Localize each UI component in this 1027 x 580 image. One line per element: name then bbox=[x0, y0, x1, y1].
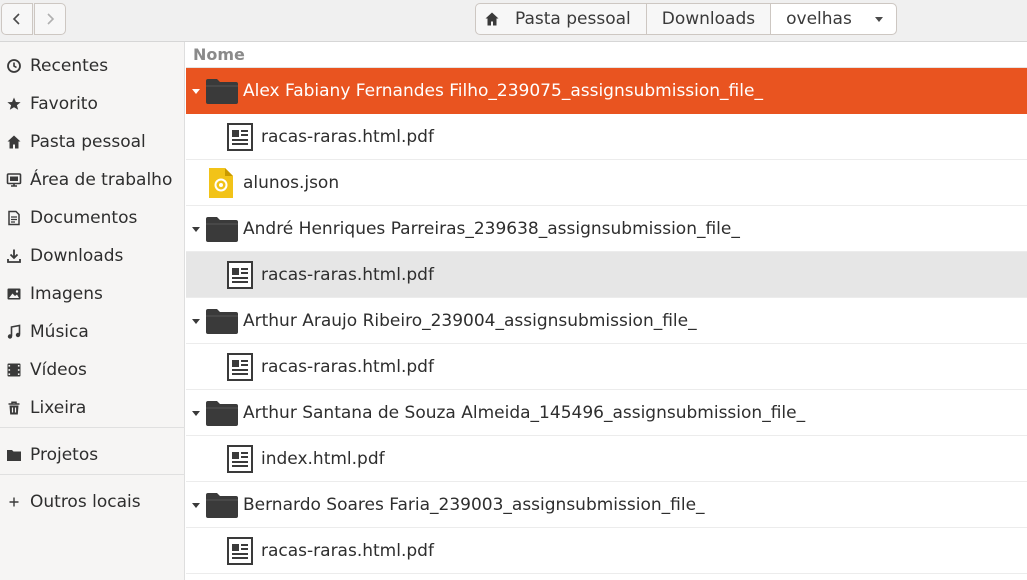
file-name: index.html.pdf bbox=[261, 448, 385, 469]
pdf-document-icon bbox=[227, 353, 253, 381]
breadcrumb-label: Pasta pessoal bbox=[515, 9, 631, 29]
header-bar: Pasta pessoal Downloads ovelhas bbox=[0, 0, 1027, 42]
sidebar-item-label: Área de trabalho bbox=[30, 170, 173, 190]
pdf-document-icon bbox=[227, 123, 253, 151]
home-icon bbox=[485, 12, 499, 26]
desktop-icon bbox=[6, 173, 22, 187]
trash-icon bbox=[8, 401, 20, 415]
file-row[interactable]: alunos.json bbox=[186, 160, 1027, 206]
sidebar-item-label: Vídeos bbox=[30, 360, 87, 380]
file-row[interactable]: racas-raras.html.pdf bbox=[186, 528, 1027, 574]
document-icon bbox=[8, 210, 20, 226]
breadcrumb-label: Downloads bbox=[661, 9, 756, 29]
sidebar-item-label: Favorito bbox=[30, 94, 98, 114]
sidebar-item-favorito[interactable]: Favorito bbox=[0, 87, 185, 121]
file-name: Arthur Santana de Souza Almeida_145496_a… bbox=[243, 402, 806, 423]
sidebar-item-label: Música bbox=[30, 322, 89, 342]
sidebar-item-documentos[interactable]: Documentos bbox=[0, 201, 185, 235]
dropdown-arrow-icon[interactable] bbox=[874, 14, 884, 24]
sidebar-item-label: Recentes bbox=[30, 56, 109, 76]
sidebar-item-recentes[interactable]: Recentes bbox=[0, 49, 185, 83]
file-name: alunos.json bbox=[243, 172, 340, 193]
clock-icon bbox=[7, 59, 21, 73]
back-button[interactable] bbox=[1, 3, 33, 35]
sidebar-item-area-de-trabalho[interactable]: Área de trabalho bbox=[0, 163, 185, 197]
folder-icon bbox=[7, 450, 21, 461]
folder-row[interactable]: Alex Fabiany Fernandes Filho_239075_assi… bbox=[186, 68, 1027, 114]
folder-icon bbox=[206, 217, 238, 242]
sidebar-item-outros-locais[interactable]: Outros locais bbox=[0, 485, 185, 519]
sidebar-item-videos[interactable]: Vídeos bbox=[0, 353, 185, 387]
breadcrumb-current[interactable]: ovelhas bbox=[771, 4, 896, 34]
sidebar-item-lixeira[interactable]: Lixeira bbox=[0, 391, 185, 425]
folder-row[interactable]: Arthur Santana de Souza Almeida_145496_a… bbox=[186, 390, 1027, 436]
image-icon bbox=[7, 288, 21, 300]
file-name: Bernardo Soares Faria_239003_assignsubmi… bbox=[243, 494, 705, 515]
sidebar-item-label: Lixeira bbox=[30, 398, 87, 418]
breadcrumb-home[interactable]: Pasta pessoal bbox=[476, 4, 647, 34]
expander-down-icon[interactable] bbox=[191, 316, 201, 326]
sidebar-item-label: Outros locais bbox=[30, 492, 141, 512]
folder-icon bbox=[206, 401, 238, 426]
sidebar-item-projetos[interactable]: Projetos bbox=[0, 438, 185, 472]
pdf-document-icon bbox=[227, 261, 253, 289]
download-icon bbox=[7, 249, 21, 263]
file-list: Nome Alex Fabiany Fernandes Filho_239075… bbox=[186, 42, 1027, 580]
file-name: racas-raras.html.pdf bbox=[261, 540, 434, 561]
folder-icon bbox=[206, 309, 238, 334]
expander-down-icon[interactable] bbox=[191, 500, 201, 510]
music-icon bbox=[7, 324, 21, 339]
file-row[interactable]: index.html.pdf bbox=[186, 436, 1027, 482]
expander-down-icon[interactable] bbox=[191, 408, 201, 418]
sidebar-item-downloads[interactable]: Downloads bbox=[0, 239, 185, 273]
sidebar-item-label: Downloads bbox=[30, 246, 124, 266]
sidebar-separator bbox=[0, 427, 185, 428]
folder-row[interactable]: Arthur Araujo Ribeiro_239004_assignsubmi… bbox=[186, 298, 1027, 344]
plus-icon bbox=[9, 497, 19, 507]
pdf-document-icon bbox=[227, 445, 253, 473]
file-name: Alex Fabiany Fernandes Filho_239075_assi… bbox=[243, 80, 763, 101]
file-row[interactable]: racas-raras.html.pdf bbox=[186, 114, 1027, 160]
file-name: Arthur Araujo Ribeiro_239004_assignsubmi… bbox=[243, 310, 697, 331]
folder-row[interactable]: Bernardo Soares Faria_239003_assignsubmi… bbox=[186, 482, 1027, 528]
home-icon bbox=[7, 135, 21, 149]
file-name: racas-raras.html.pdf bbox=[261, 126, 434, 147]
sidebar-item-imagens[interactable]: Imagens bbox=[0, 277, 185, 311]
folder-row[interactable]: André Henriques Parreiras_239638_assigns… bbox=[186, 206, 1027, 252]
chevron-right-icon bbox=[47, 13, 55, 25]
breadcrumb-downloads[interactable]: Downloads bbox=[647, 4, 772, 34]
folder-icon bbox=[206, 79, 238, 104]
file-row[interactable]: racas-raras.html.pdf bbox=[186, 344, 1027, 390]
sidebar: Recentes Favorito Pasta pessoal Área de … bbox=[0, 42, 185, 580]
expander-down-icon[interactable] bbox=[191, 224, 201, 234]
file-name: André Henriques Parreiras_239638_assigns… bbox=[243, 218, 740, 239]
file-row[interactable]: racas-raras.html.pdf bbox=[186, 252, 1027, 298]
file-name: racas-raras.html.pdf bbox=[261, 264, 434, 285]
video-icon bbox=[7, 363, 21, 377]
breadcrumb-label: ovelhas bbox=[786, 9, 852, 29]
expander-down-icon[interactable] bbox=[191, 86, 201, 96]
json-file-icon bbox=[209, 168, 233, 198]
pdf-document-icon bbox=[227, 537, 253, 565]
sidebar-separator bbox=[0, 474, 185, 475]
sidebar-item-musica[interactable]: Música bbox=[0, 315, 185, 349]
breadcrumb: Pasta pessoal Downloads ovelhas bbox=[475, 3, 897, 35]
column-header-name[interactable]: Nome bbox=[186, 42, 1027, 68]
sidebar-item-label: Pasta pessoal bbox=[30, 132, 146, 152]
sidebar-item-label: Documentos bbox=[30, 208, 138, 228]
star-icon bbox=[7, 97, 21, 110]
chevron-left-icon bbox=[12, 13, 20, 25]
sidebar-item-label: Projetos bbox=[30, 445, 99, 465]
file-name: racas-raras.html.pdf bbox=[261, 356, 434, 377]
sidebar-item-label: Imagens bbox=[30, 284, 103, 304]
sidebar-item-pasta-pessoal[interactable]: Pasta pessoal bbox=[0, 125, 185, 159]
forward-button[interactable] bbox=[34, 3, 66, 35]
folder-icon bbox=[206, 493, 238, 518]
